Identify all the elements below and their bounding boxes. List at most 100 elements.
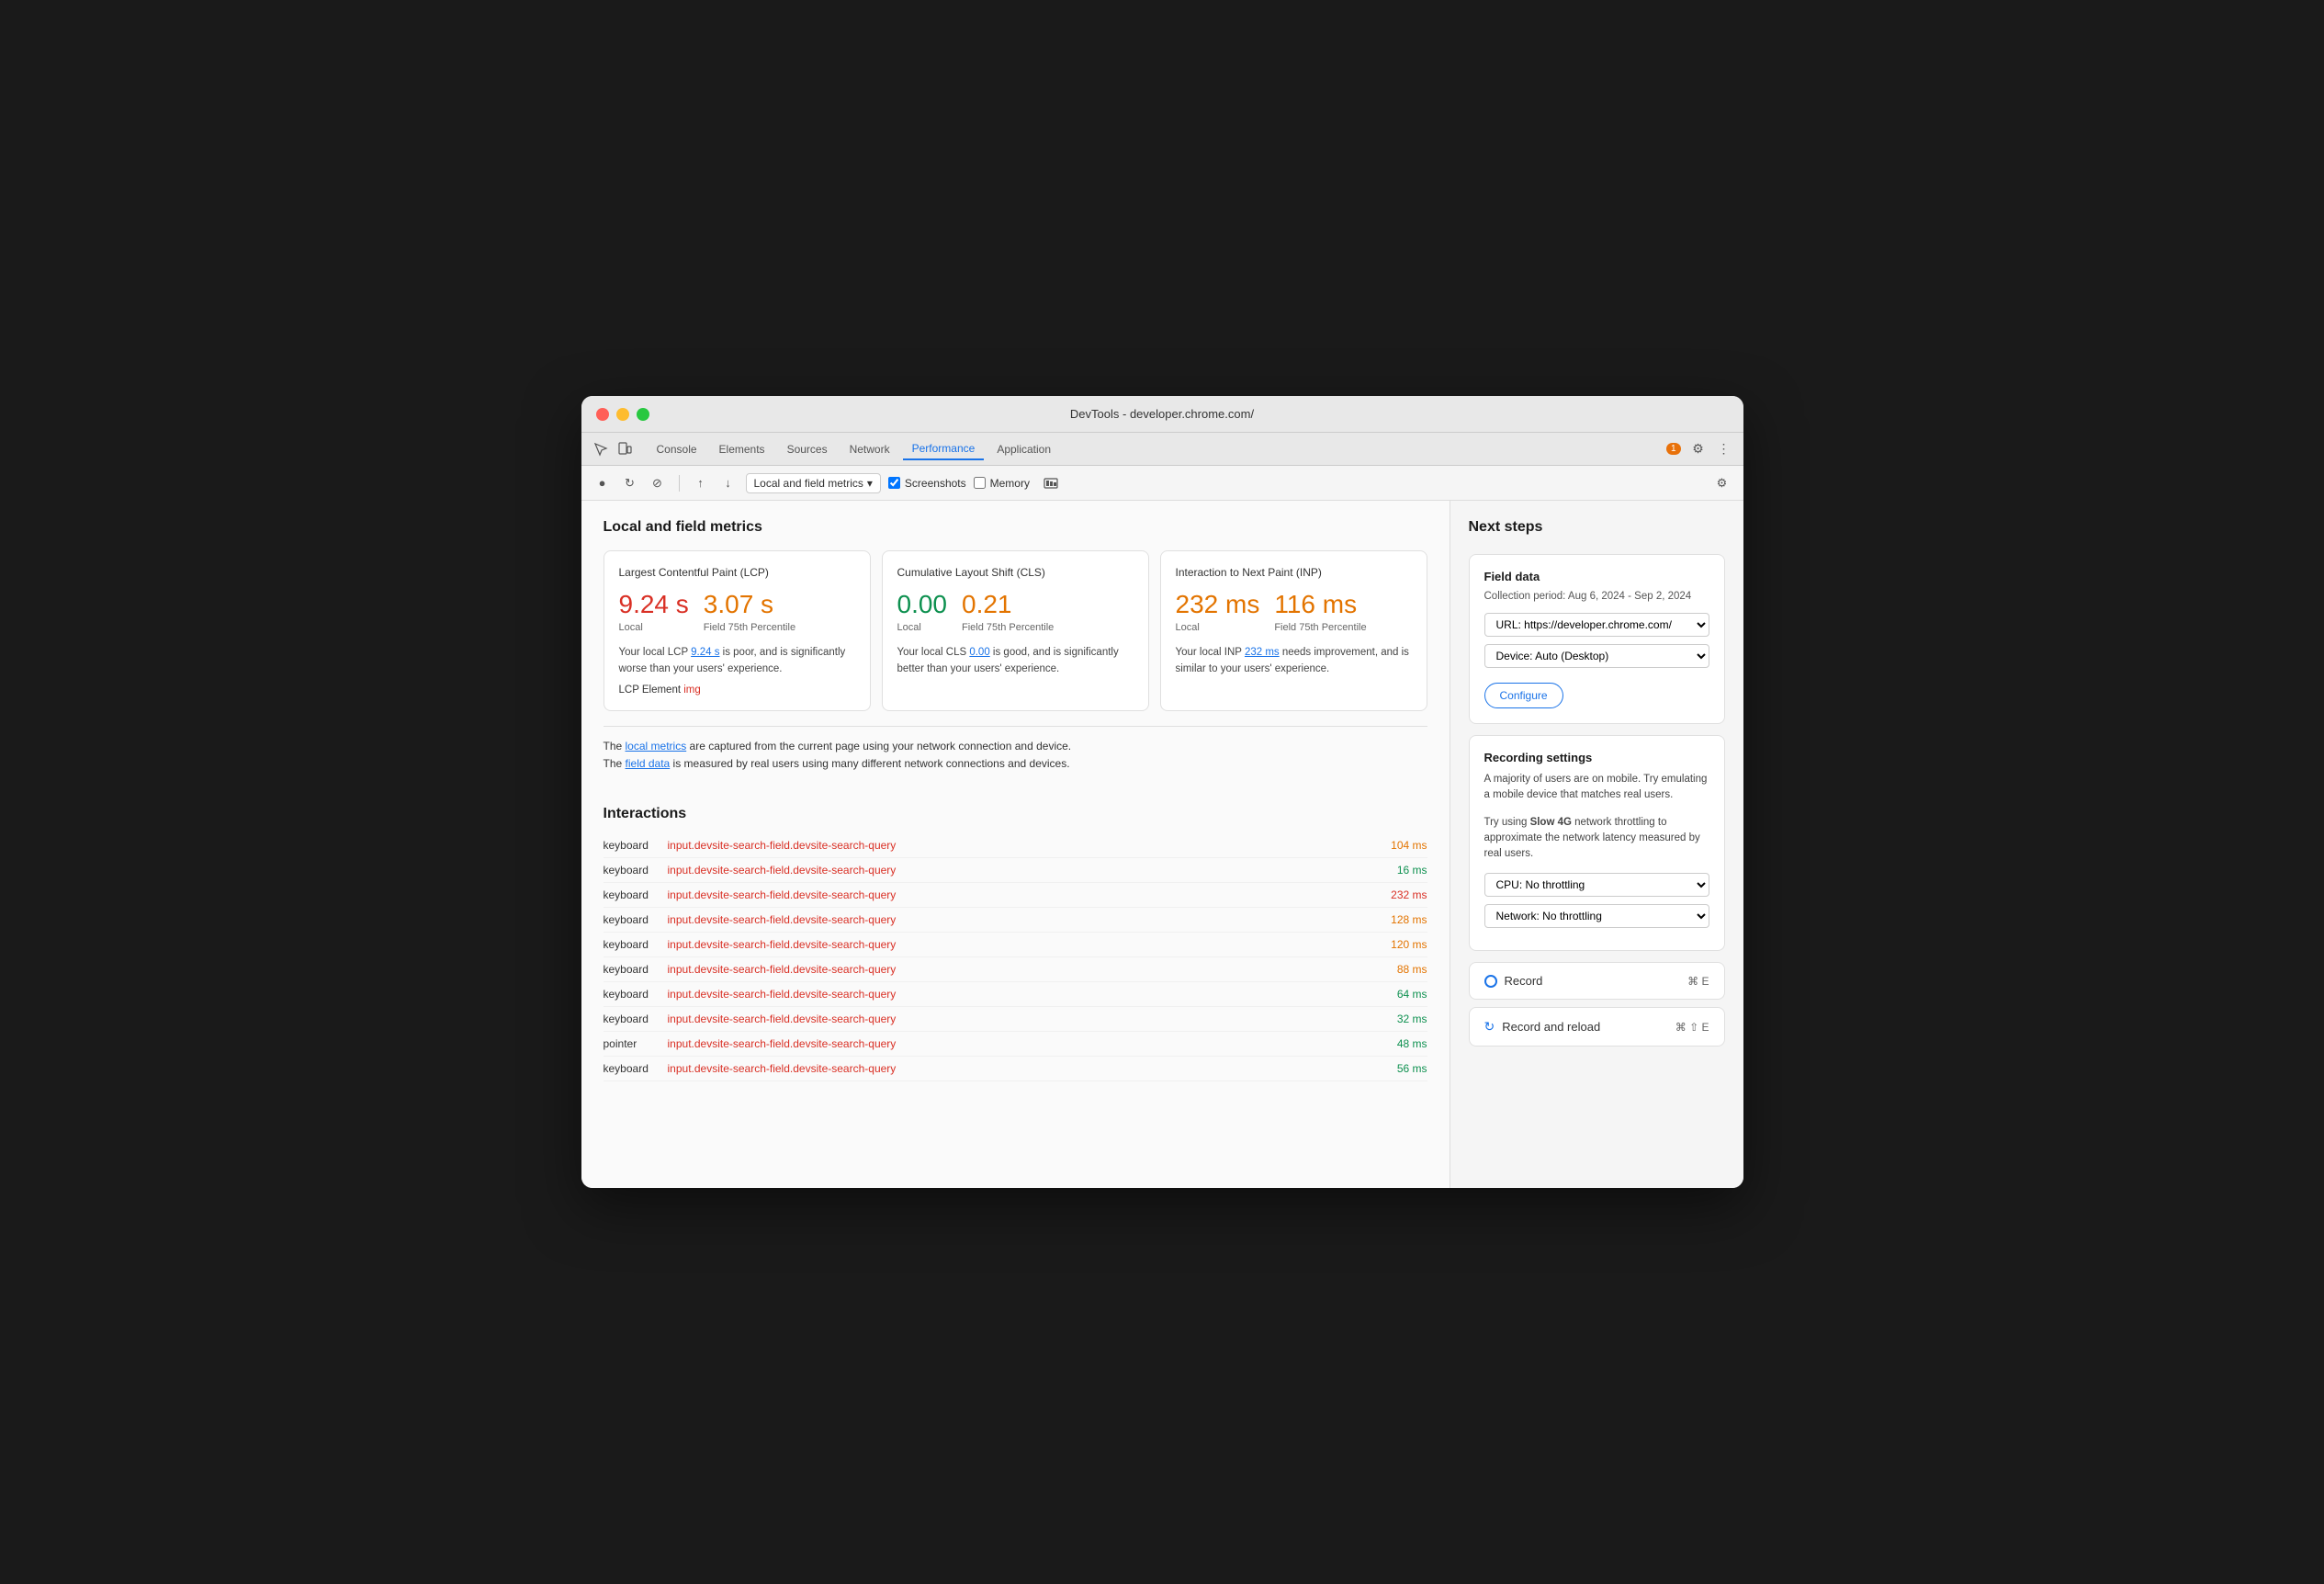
tab-icons [592, 441, 633, 458]
tabs-bar: Console Elements Sources Network Perform… [581, 433, 1743, 466]
download-button[interactable]: ↓ [718, 473, 739, 493]
record-button[interactable]: ● [592, 473, 613, 493]
maximize-button[interactable] [637, 408, 649, 421]
record-reload-section[interactable]: ↻ Record and reload ⌘ ⇧ E [1469, 1007, 1725, 1047]
screenshots-label[interactable]: Screenshots [905, 477, 966, 490]
record-section[interactable]: Record ⌘ E [1469, 962, 1725, 1000]
cursor-icon[interactable] [592, 441, 609, 458]
interaction-link-4[interactable]: input.devsite-search-field.devsite-searc… [668, 938, 1377, 951]
memory-label[interactable]: Memory [990, 477, 1030, 490]
network-throttle-select[interactable]: Network: No throttling [1484, 904, 1709, 928]
interaction-time-9: 56 ms [1397, 1062, 1427, 1075]
interaction-row: keyboard input.devsite-search-field.devs… [604, 933, 1427, 957]
local-metrics-link[interactable]: local metrics [626, 740, 687, 752]
close-button[interactable] [596, 408, 609, 421]
url-select[interactable]: URL: https://developer.chrome.com/ [1484, 613, 1709, 637]
interaction-row: keyboard input.devsite-search-field.devs… [604, 908, 1427, 933]
interaction-time-3: 128 ms [1391, 913, 1427, 926]
toolbar: ● ↻ ⊘ ↑ ↓ Local and field metrics ▾ Scre… [581, 466, 1743, 501]
refresh-button[interactable]: ↻ [620, 473, 640, 493]
interaction-link-2[interactable]: input.devsite-search-field.devsite-searc… [668, 888, 1377, 901]
cpu-throttle-select[interactable]: CPU: No throttling [1484, 873, 1709, 897]
device-select[interactable]: Device: Auto (Desktop) [1484, 644, 1709, 668]
memory-checkbox-group: Memory [974, 477, 1030, 490]
interaction-type-0: keyboard [604, 839, 668, 852]
lcp-element: LCP Element img [619, 685, 855, 696]
inp-card: Interaction to Next Paint (INP) 232 ms L… [1160, 550, 1427, 711]
tab-elements[interactable]: Elements [710, 439, 774, 459]
lcp-local-label: Local [619, 621, 689, 634]
interaction-type-4: keyboard [604, 938, 668, 951]
record-reload-label: Record and reload [1502, 1020, 1600, 1034]
lcp-values: 9.24 s Local 3.07 s Field 75th Percentil… [619, 590, 855, 634]
cpu-throttle-row: CPU: No throttling [1484, 873, 1709, 897]
interaction-row: keyboard input.devsite-search-field.devs… [604, 1007, 1427, 1032]
tab-performance[interactable]: Performance [903, 438, 985, 460]
gear-icon[interactable]: ⚙ [1712, 473, 1732, 493]
interaction-time-6: 64 ms [1397, 988, 1427, 1001]
lcp-field-label: Field 75th Percentile [704, 621, 795, 634]
interaction-type-9: keyboard [604, 1062, 668, 1075]
info-text: The local metrics are captured from the … [604, 726, 1427, 784]
cls-values: 0.00 Local 0.21 Field 75th Percentile [897, 590, 1134, 634]
inp-field-label: Field 75th Percentile [1274, 621, 1366, 634]
interaction-row: pointer input.devsite-search-field.devsi… [604, 1032, 1427, 1057]
tab-right-actions: 1 ⚙ ⋮ [1666, 441, 1732, 458]
tab-sources[interactable]: Sources [778, 439, 837, 459]
interaction-type-6: keyboard [604, 988, 668, 1001]
inp-field: 116 ms Field 75th Percentile [1274, 590, 1366, 634]
clear-button[interactable]: ⊘ [648, 473, 668, 493]
record-label: Record [1505, 974, 1543, 988]
interactions-title: Interactions [604, 806, 1427, 822]
interaction-link-0[interactable]: input.devsite-search-field.devsite-searc… [668, 839, 1377, 852]
interaction-row: keyboard input.devsite-search-field.devs… [604, 833, 1427, 858]
interaction-link-5[interactable]: input.devsite-search-field.devsite-searc… [668, 963, 1382, 976]
interaction-link-7[interactable]: input.devsite-search-field.devsite-searc… [668, 1013, 1382, 1025]
lcp-desc: Your local LCP 9.24 s is poor, and is si… [619, 645, 855, 677]
right-panel: Next steps Field data Collection period:… [1450, 501, 1743, 1188]
cls-field-label: Field 75th Percentile [962, 621, 1054, 634]
upload-button[interactable]: ↑ [691, 473, 711, 493]
interaction-time-0: 104 ms [1391, 839, 1427, 852]
separator-1 [679, 475, 680, 492]
inp-local-label: Local [1176, 621, 1260, 634]
lcp-local: 9.24 s Local [619, 590, 689, 634]
reload-icon: ↻ [1484, 1019, 1495, 1035]
interaction-link-1[interactable]: input.devsite-search-field.devsite-searc… [668, 864, 1382, 877]
url-select-row: URL: https://developer.chrome.com/ [1484, 613, 1709, 637]
interaction-link-6[interactable]: input.devsite-search-field.devsite-searc… [668, 988, 1382, 1001]
interaction-link-8[interactable]: input.devsite-search-field.devsite-searc… [668, 1037, 1382, 1050]
inp-field-value: 116 ms [1274, 590, 1366, 619]
configure-button[interactable]: Configure [1484, 683, 1563, 708]
memory-extra-icon[interactable] [1041, 473, 1061, 493]
screenshots-checkbox[interactable] [888, 477, 900, 489]
interaction-link-9[interactable]: input.devsite-search-field.devsite-searc… [668, 1062, 1382, 1075]
tab-network[interactable]: Network [840, 439, 899, 459]
cls-field-value: 0.21 [962, 590, 1054, 619]
view-dropdown[interactable]: Local and field metrics ▾ [746, 473, 881, 493]
interaction-row: keyboard input.devsite-search-field.devs… [604, 982, 1427, 1007]
record-left: Record [1484, 974, 1543, 988]
cls-field: 0.21 Field 75th Percentile [962, 590, 1054, 634]
device-icon[interactable] [616, 441, 633, 458]
settings-icon[interactable]: ⚙ [1690, 441, 1707, 458]
more-icon[interactable]: ⋮ [1716, 441, 1732, 458]
collection-period: Collection period: Aug 6, 2024 - Sep 2, … [1484, 591, 1709, 602]
field-data-card: Field data Collection period: Aug 6, 202… [1469, 554, 1725, 724]
interaction-row: keyboard input.devsite-search-field.devs… [604, 957, 1427, 982]
cls-title: Cumulative Layout Shift (CLS) [897, 566, 1134, 579]
interaction-time-5: 88 ms [1397, 963, 1427, 976]
rec-settings-desc-2: Try using Slow 4G network throttling to … [1484, 815, 1709, 863]
interaction-link-3[interactable]: input.devsite-search-field.devsite-searc… [668, 913, 1377, 926]
memory-checkbox[interactable] [974, 477, 986, 489]
interaction-row: keyboard input.devsite-search-field.devs… [604, 1057, 1427, 1081]
tab-application[interactable]: Application [987, 439, 1060, 459]
inp-local: 232 ms Local [1176, 590, 1260, 634]
dropdown-arrow-icon: ▾ [867, 477, 873, 490]
tab-console[interactable]: Console [648, 439, 706, 459]
inp-desc: Your local INP 232 ms needs improvement,… [1176, 645, 1412, 677]
minimize-button[interactable] [616, 408, 629, 421]
recording-settings-card: Recording settings A majority of users a… [1469, 735, 1725, 951]
field-data-link[interactable]: field data [626, 757, 671, 770]
interactions-list: keyboard input.devsite-search-field.devs… [604, 833, 1427, 1081]
